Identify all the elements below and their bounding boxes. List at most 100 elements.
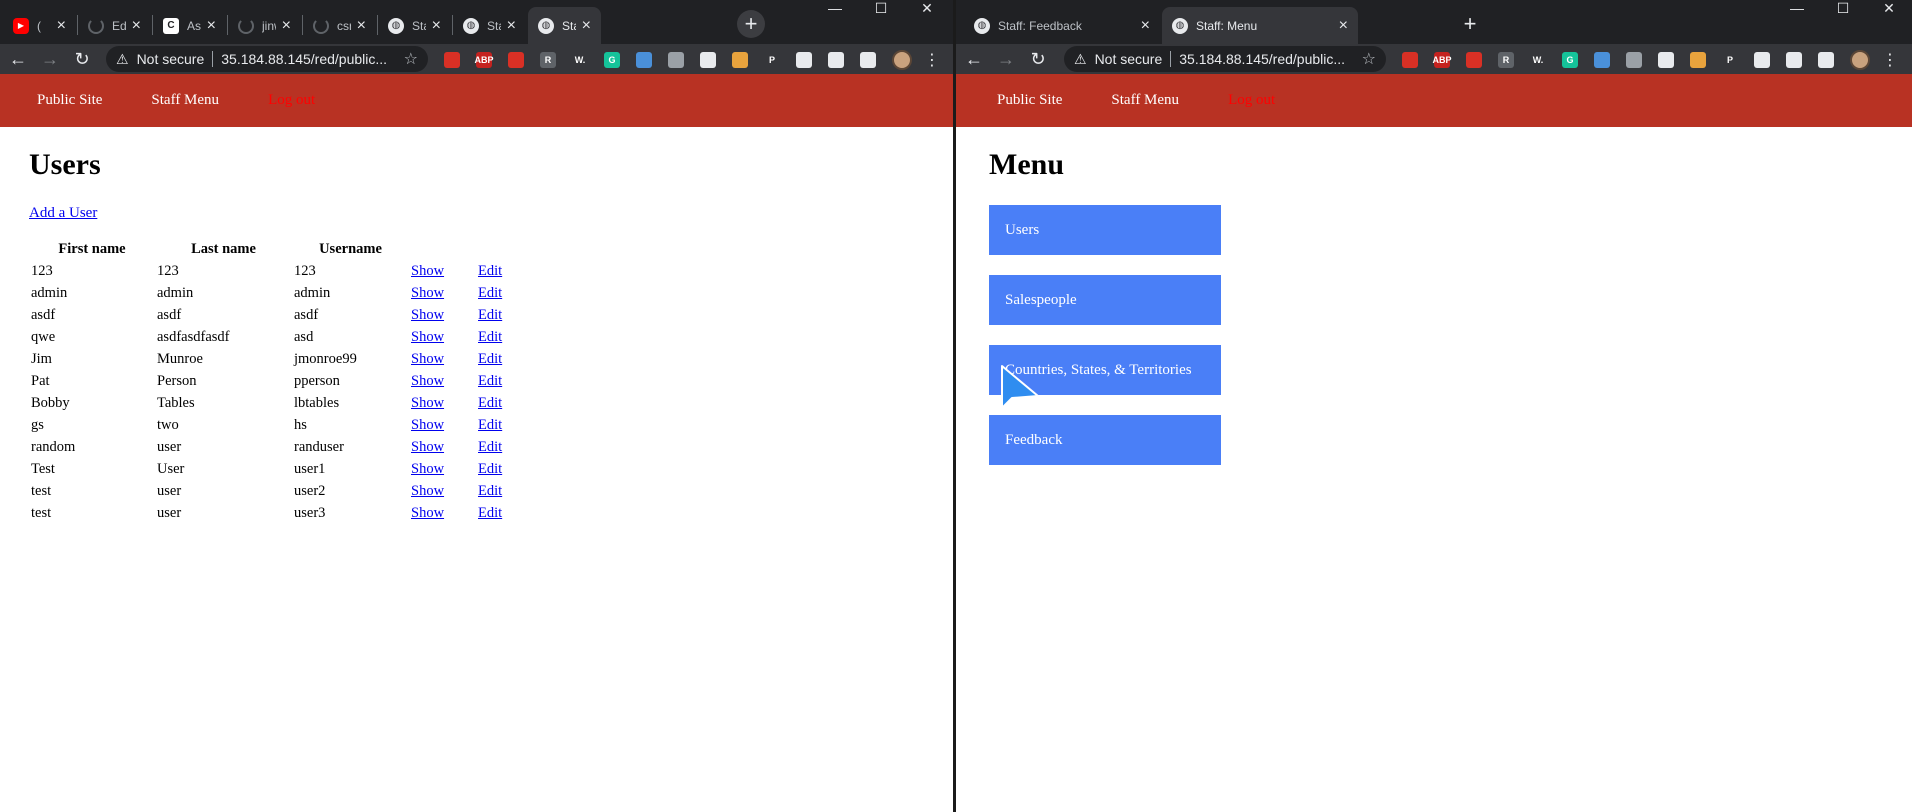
- nav-logout[interactable]: Log out: [268, 92, 315, 109]
- r-ext-icon[interactable]: R: [1498, 52, 1514, 68]
- edit-link[interactable]: Edit: [478, 263, 502, 279]
- browser-tab[interactable]: C Assig ×: [153, 7, 226, 44]
- browser-tab[interactable]: ◍ Staff ×: [453, 7, 526, 44]
- menu-salespeople-button[interactable]: Salespeople: [989, 275, 1221, 325]
- close-tab-icon[interactable]: ×: [1141, 17, 1150, 35]
- show-link[interactable]: Show: [411, 439, 444, 455]
- puzzle-icon[interactable]: [828, 52, 844, 68]
- browser-tab[interactable]: csrftu ×: [303, 7, 376, 44]
- camera-ext-icon[interactable]: [1626, 52, 1642, 68]
- menu-users-button[interactable]: Users: [989, 205, 1221, 255]
- show-link[interactable]: Show: [411, 461, 444, 477]
- lock-ext-icon[interactable]: [444, 52, 460, 68]
- show-link[interactable]: Show: [411, 395, 444, 411]
- nav-staff-menu[interactable]: Staff Menu: [151, 92, 219, 109]
- adblock-icon[interactable]: ABP: [475, 52, 494, 68]
- edit-link[interactable]: Edit: [478, 285, 502, 301]
- reload-icon[interactable]: ↻: [66, 49, 98, 70]
- edit-link[interactable]: Edit: [478, 483, 502, 499]
- back-icon[interactable]: ←: [958, 49, 990, 70]
- add-user-link[interactable]: Add a User: [29, 205, 97, 222]
- circle-ext-icon[interactable]: [732, 52, 748, 68]
- close-tab-icon[interactable]: ×: [207, 17, 216, 35]
- close-tab-icon[interactable]: ×: [432, 17, 441, 35]
- profile-avatar[interactable]: [892, 50, 912, 70]
- show-link[interactable]: Show: [411, 285, 444, 301]
- pocket-ext-icon[interactable]: [1658, 52, 1674, 68]
- browser-tab[interactable]: ◍ Staff ×: [528, 7, 601, 44]
- edit-link[interactable]: Edit: [478, 373, 502, 389]
- bookmark-star-icon[interactable]: ☆: [404, 49, 418, 69]
- profile-avatar[interactable]: [1850, 50, 1870, 70]
- edit-link[interactable]: Edit: [478, 417, 502, 433]
- lock-ext-icon[interactable]: [1402, 52, 1418, 68]
- address-bar[interactable]: ⚠ Not secure 35.184.88.145/red/public...…: [106, 46, 428, 72]
- more-menu-icon[interactable]: ⋮: [924, 50, 940, 70]
- media-icon[interactable]: [1818, 52, 1834, 68]
- edit-link[interactable]: Edit: [478, 395, 502, 411]
- compass-ext-icon[interactable]: [1594, 52, 1610, 68]
- back-icon[interactable]: ←: [2, 49, 34, 70]
- address-bar[interactable]: ⚠ Not secure 35.184.88.145/red/public...…: [1064, 46, 1386, 72]
- close-tab-icon[interactable]: ×: [282, 17, 291, 35]
- show-link[interactable]: Show: [411, 263, 444, 279]
- circle-ext-icon[interactable]: [1690, 52, 1706, 68]
- p-ext-icon[interactable]: P: [1722, 52, 1738, 68]
- shield-ext-icon[interactable]: [796, 52, 812, 68]
- w-ext-icon[interactable]: W.: [1530, 52, 1546, 68]
- hand-ext-icon[interactable]: [508, 52, 524, 68]
- adblock-icon[interactable]: ABP: [1433, 52, 1452, 68]
- puzzle-icon[interactable]: [1786, 52, 1802, 68]
- grammarly-icon[interactable]: G: [604, 52, 620, 68]
- p-ext-icon[interactable]: P: [764, 52, 780, 68]
- browser-tab[interactable]: ◍ Staff: Menu ×: [1162, 7, 1358, 44]
- nav-logout[interactable]: Log out: [1228, 92, 1275, 109]
- browser-tab[interactable]: ◍ Staff: Feedback ×: [964, 7, 1160, 44]
- close-tab-icon[interactable]: ×: [57, 17, 66, 35]
- close-window-icon[interactable]: ✕: [1866, 0, 1912, 24]
- hand-ext-icon[interactable]: [1466, 52, 1482, 68]
- browser-tab[interactable]: ▶ (×: [3, 7, 76, 44]
- close-tab-icon[interactable]: ×: [1339, 17, 1348, 35]
- bookmark-star-icon[interactable]: ☆: [1362, 49, 1376, 69]
- reload-icon[interactable]: ↻: [1022, 49, 1054, 70]
- nav-staff-menu[interactable]: Staff Menu: [1111, 92, 1179, 109]
- forward-icon[interactable]: →: [34, 49, 66, 70]
- close-tab-icon[interactable]: ×: [132, 17, 141, 35]
- new-tab-button[interactable]: +: [1456, 10, 1484, 38]
- new-tab-button[interactable]: +: [737, 10, 765, 38]
- show-link[interactable]: Show: [411, 307, 444, 323]
- minimize-icon[interactable]: —: [812, 0, 858, 24]
- close-window-icon[interactable]: ✕: [904, 0, 950, 24]
- maximize-icon[interactable]: ☐: [858, 0, 904, 24]
- edit-link[interactable]: Edit: [478, 439, 502, 455]
- edit-link[interactable]: Edit: [478, 307, 502, 323]
- menu-feedback-button[interactable]: Feedback: [989, 415, 1221, 465]
- show-link[interactable]: Show: [411, 417, 444, 433]
- show-link[interactable]: Show: [411, 373, 444, 389]
- browser-tab[interactable]: Editi ×: [78, 7, 151, 44]
- show-link[interactable]: Show: [411, 351, 444, 367]
- minimize-icon[interactable]: —: [1774, 0, 1820, 24]
- show-link[interactable]: Show: [411, 483, 444, 499]
- r-ext-icon[interactable]: R: [540, 52, 556, 68]
- show-link[interactable]: Show: [411, 329, 444, 345]
- grammarly-icon[interactable]: G: [1562, 52, 1578, 68]
- browser-tab[interactable]: ◍ Staff ×: [378, 7, 451, 44]
- browser-tab[interactable]: jinwo ×: [228, 7, 301, 44]
- menu-countries-button[interactable]: Countries, States, & Territories: [989, 345, 1221, 395]
- pocket-ext-icon[interactable]: [700, 52, 716, 68]
- maximize-icon[interactable]: ☐: [1820, 0, 1866, 24]
- edit-link[interactable]: Edit: [478, 329, 502, 345]
- media-icon[interactable]: [860, 52, 876, 68]
- more-menu-icon[interactable]: ⋮: [1882, 50, 1898, 70]
- show-link[interactable]: Show: [411, 505, 444, 521]
- nav-public-site[interactable]: Public Site: [997, 92, 1062, 109]
- w-ext-icon[interactable]: W.: [572, 52, 588, 68]
- edit-link[interactable]: Edit: [478, 461, 502, 477]
- edit-link[interactable]: Edit: [478, 505, 502, 521]
- close-tab-icon[interactable]: ×: [582, 17, 591, 35]
- close-tab-icon[interactable]: ×: [507, 17, 516, 35]
- shield-ext-icon[interactable]: [1754, 52, 1770, 68]
- compass-ext-icon[interactable]: [636, 52, 652, 68]
